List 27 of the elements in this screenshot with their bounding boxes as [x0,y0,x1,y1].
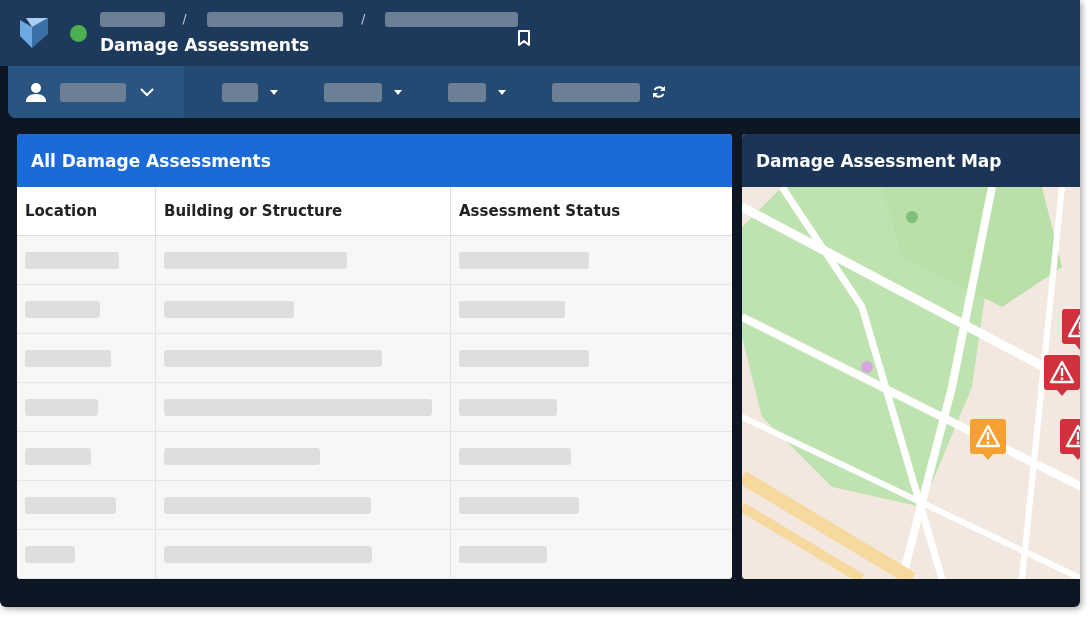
loading-placeholder [324,82,382,102]
bookmark-icon[interactable] [518,30,530,46]
logo-icon[interactable] [20,18,48,48]
breadcrumb-placeholder[interactable] [100,11,165,27]
loading-placeholder [60,82,126,102]
loading-placeholder [25,545,75,563]
chevron-down-icon [140,87,154,97]
page-title: Damage Assessments [100,34,311,55]
caret-icon [270,89,278,95]
user-menu[interactable] [8,66,184,118]
loading-placeholder [25,447,91,465]
panel-title: Damage Assessment Map [756,150,1002,171]
caret-icon [394,89,402,95]
refresh-control[interactable] [552,82,666,102]
column-header[interactable]: Building or Structure [156,187,451,236]
breadcrumb-separator: / [182,12,187,26]
breadcrumb-placeholder[interactable] [206,11,344,27]
loading-placeholder [448,82,486,102]
panel-title: All Damage Assessments [31,150,271,171]
caret-icon [498,89,506,95]
user-icon [26,82,46,102]
breadcrumb-separator: / [361,12,366,26]
loading-placeholder [222,82,258,102]
column-header[interactable]: Location [17,187,156,236]
warning-marker-icon[interactable] [970,419,1006,460]
refresh-icon [652,85,666,99]
warning-marker-icon[interactable] [1044,355,1080,396]
